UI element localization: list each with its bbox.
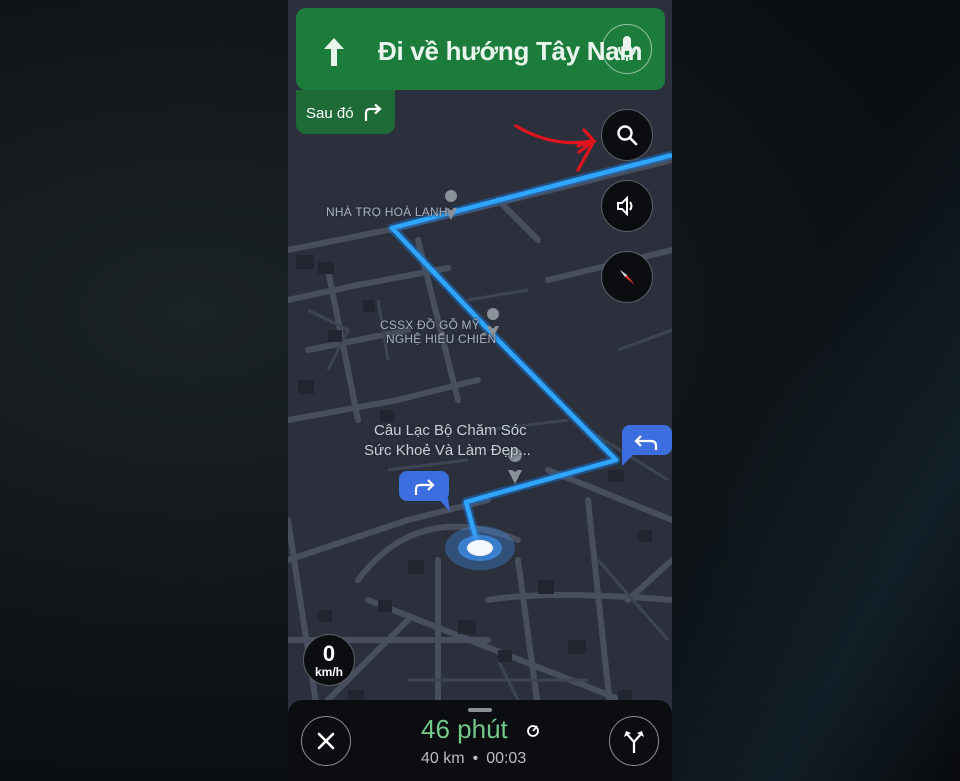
poi-label[interactable]: CSSX ĐỒ GỖ MỸ — [380, 318, 480, 332]
sound-button[interactable] — [601, 180, 653, 232]
compass-button[interactable] — [601, 251, 653, 303]
alternate-routes-button[interactable] — [609, 716, 659, 766]
close-navigation-button[interactable] — [301, 716, 351, 766]
then-instruction[interactable]: Sau đó — [296, 90, 395, 134]
compass-icon — [620, 270, 635, 285]
poi-label[interactable]: Sức Khoẻ Và Làm Đẹp... — [364, 441, 531, 461]
search-icon — [617, 125, 638, 146]
speed-unit: km/h — [314, 665, 343, 679]
separator-dot: • — [472, 750, 479, 767]
eta-time[interactable]: 46 phút — [421, 714, 508, 745]
then-label: Sau đó — [306, 105, 354, 122]
search-button[interactable] — [601, 109, 653, 161]
arrow-up-icon — [324, 38, 344, 66]
poi-label[interactable]: Câu Lạc Bộ Chăm Sóc — [374, 421, 527, 441]
trip-panel[interactable]: 46 phút 40 km • 00:03 — [288, 700, 672, 781]
close-icon — [317, 732, 335, 750]
poi-label[interactable]: NGHỆ HIẾU CHIẾN — [386, 332, 496, 346]
eco-route-icon — [527, 725, 539, 737]
trip-distance: 40 km — [421, 750, 465, 767]
current-location-marker — [445, 526, 515, 570]
mic-button[interactable] — [602, 24, 652, 74]
speedometer: 0 km/h — [303, 634, 355, 686]
alternate-routes-icon — [624, 731, 644, 753]
speed-value: 0 — [322, 641, 336, 666]
phone-screen: NHÀ TRỌ HOÀ LANH CSSX ĐỒ GỖ MỸ NGHỆ HIẾU… — [288, 0, 672, 781]
navigation-banner[interactable]: Đi về hướng Tây Nam — [296, 8, 665, 90]
mic-icon — [617, 35, 636, 61]
drag-handle[interactable] — [468, 708, 492, 712]
arrival-clock: 00:03 — [486, 750, 527, 767]
poi-label[interactable]: NHÀ TRỌ HOÀ LANH — [326, 205, 448, 219]
speaker-icon — [617, 195, 633, 217]
turn-right-icon — [364, 103, 382, 121]
trip-details: 40 km • 00:03 — [421, 750, 526, 768]
background-glow — [670, 0, 960, 781]
